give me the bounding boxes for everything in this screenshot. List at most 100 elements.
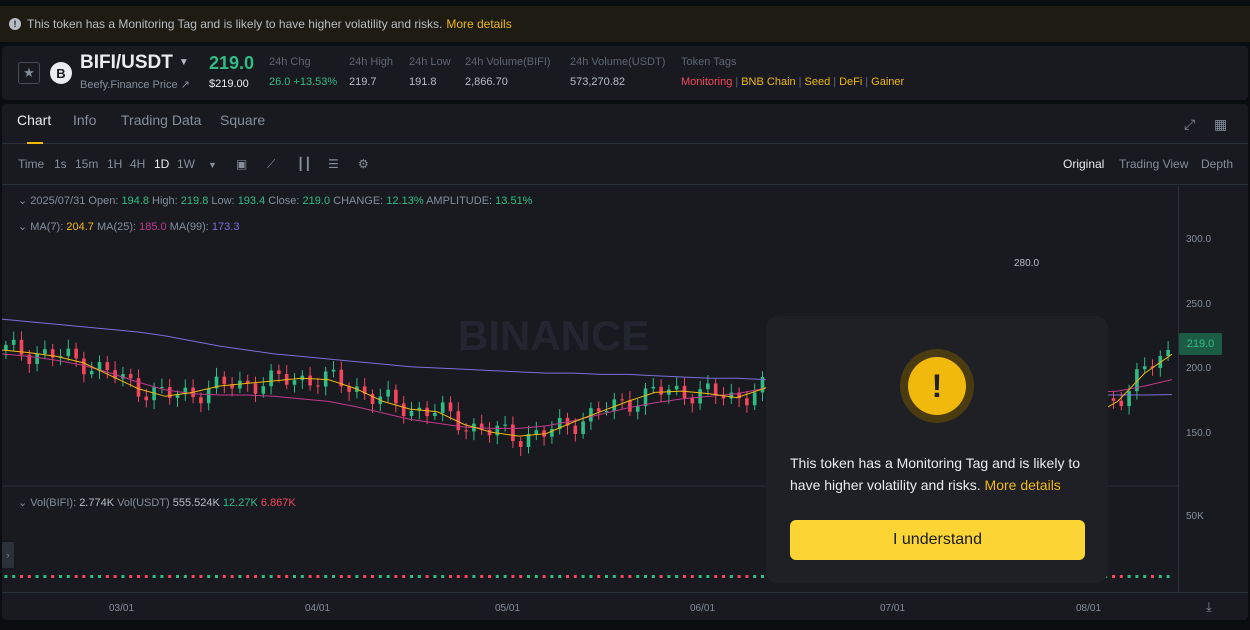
candle-type-icon[interactable]: ┃┃ xyxy=(297,157,311,171)
ohlc-open: 194.8 xyxy=(121,195,149,207)
indicator-icon[interactable]: ⟋ xyxy=(267,157,275,172)
ma-legend: ⌄ MA(7): 204.7 MA(25): 185.0 MA(99): 173… xyxy=(18,220,239,233)
stat-value: 219.7 xyxy=(349,76,377,88)
volume-bar xyxy=(503,575,507,578)
candle-body xyxy=(1119,400,1124,407)
volume-bar xyxy=(519,575,523,578)
volume-bar xyxy=(230,575,234,578)
candle-body xyxy=(752,392,757,406)
volume-bar xyxy=(589,575,593,578)
vol-bifi-label: Vol(BIFI): xyxy=(30,497,77,509)
tag-bnb-chain[interactable]: BNB Chain xyxy=(741,76,795,88)
gear-icon[interactable]: ⚙ xyxy=(358,157,369,171)
tab-square[interactable]: Square xyxy=(220,112,265,128)
volume-bar xyxy=(651,575,655,578)
time-axis[interactable]: 03/01 04/01 05/01 06/01 07/01 08/01 ⤓ xyxy=(2,592,1248,620)
view-original[interactable]: Original xyxy=(1063,157,1104,171)
volume-bar xyxy=(12,575,16,578)
coin-price-link[interactable]: Beefy.Finance Price ↗ xyxy=(80,78,190,91)
vol-collapse-icon[interactable]: ⌄ xyxy=(18,497,27,509)
expand-icon[interactable]: ⤢ xyxy=(1184,116,1195,133)
i-understand-button[interactable]: I understand xyxy=(790,520,1085,560)
volume-bar xyxy=(1127,575,1131,578)
layout-grid-icon[interactable]: ▦ xyxy=(1214,116,1227,133)
interval-time[interactable]: Time xyxy=(18,157,44,171)
candle-body xyxy=(706,383,710,390)
interval-1s[interactable]: 1s xyxy=(54,157,67,171)
side-expand-handle[interactable]: › xyxy=(2,542,14,568)
view-depth[interactable]: Depth xyxy=(1201,157,1233,171)
candle-body xyxy=(620,399,624,401)
tag-monitoring[interactable]: Monitoring xyxy=(681,76,732,88)
candle-body xyxy=(581,421,585,434)
price-axis[interactable] xyxy=(1178,186,1248,592)
chart-tabs: Chart Info Trading Data Square ⤢ ▦ xyxy=(2,104,1248,144)
candle-body xyxy=(43,349,47,354)
volume-bar xyxy=(597,575,601,578)
candle-body xyxy=(89,370,94,375)
volume-bar xyxy=(378,575,382,578)
candle-body xyxy=(269,370,273,387)
tag-defi[interactable]: DeFi xyxy=(839,76,862,88)
volume-bar xyxy=(144,575,148,578)
volume-bar xyxy=(105,575,109,578)
volume-bar xyxy=(137,575,140,578)
interval-4h[interactable]: 4H xyxy=(130,157,145,171)
favorite-star-icon[interactable]: ★ xyxy=(18,62,40,84)
volume-bar xyxy=(355,575,359,578)
vol-ma-2: 6.867K xyxy=(260,497,296,509)
volume-bar xyxy=(363,575,367,578)
interval-1w[interactable]: 1W xyxy=(177,157,195,171)
banner-more-details-link[interactable]: More details xyxy=(446,17,511,31)
volume-bar xyxy=(269,575,273,578)
interval-more-icon[interactable]: ▼ xyxy=(208,160,217,170)
ohlc-collapse-icon[interactable]: ⌄ xyxy=(18,195,27,207)
watermark: BINANCE xyxy=(458,312,649,359)
tab-trading-data[interactable]: Trading Data xyxy=(121,112,201,128)
volume-bar xyxy=(433,575,437,578)
tab-chart[interactable]: Chart xyxy=(17,112,51,128)
volume-bar xyxy=(1158,575,1162,578)
ohlc-legend: ⌄ 2025/07/31 Open: 194.8 High: 219.8 Low… xyxy=(18,194,532,207)
tab-info[interactable]: Info xyxy=(73,112,96,128)
volume-bar xyxy=(35,575,39,578)
dialog-more-details-link[interactable]: More details xyxy=(985,477,1061,493)
interval-1h[interactable]: 1H xyxy=(107,157,122,171)
volume-bar xyxy=(1119,575,1123,578)
candle-body xyxy=(160,387,164,389)
x-tick-0701: 07/01 xyxy=(880,603,906,614)
view-trading-view[interactable]: Trading View xyxy=(1119,157,1188,171)
volume-bar xyxy=(558,575,562,578)
volume-bar xyxy=(737,575,741,578)
stat-label: 24h Volume(USDT) xyxy=(570,56,666,68)
candle-body xyxy=(261,386,266,394)
ohlc-date: 2025/07/31 xyxy=(30,195,86,207)
candle-body xyxy=(628,400,632,412)
volume-bar xyxy=(129,575,133,578)
interval-15m[interactable]: 15m xyxy=(75,157,98,171)
stat-label: 24h High xyxy=(349,56,394,68)
volume-bar xyxy=(417,575,421,578)
candle-body xyxy=(690,398,695,404)
axis-fit-icon[interactable]: ⤓ xyxy=(1206,599,1212,615)
volume-bar xyxy=(59,575,62,578)
volume-bar xyxy=(386,575,390,578)
volume-bar xyxy=(316,575,320,578)
volume-bar xyxy=(394,575,398,578)
interval-1d[interactable]: 1D xyxy=(154,157,169,171)
last-price-usd: $219.00 xyxy=(209,78,249,90)
chart-settings-list-icon[interactable]: ☰ xyxy=(328,157,339,171)
volume-bar xyxy=(308,575,312,578)
volume-bar xyxy=(1112,575,1115,578)
volume-bar xyxy=(277,575,281,578)
calendar-icon[interactable]: ▣ xyxy=(236,157,247,171)
ma7-label: MA(7): xyxy=(30,221,64,233)
tag-gainer[interactable]: Gainer xyxy=(871,76,904,88)
pair-selector[interactable]: BIFI/USDT ▼ xyxy=(80,52,189,74)
ma-collapse-icon[interactable]: ⌄ xyxy=(18,221,27,233)
ma99-label: MA(99): xyxy=(169,221,209,233)
vol-usdt-value: 555.524K xyxy=(172,497,220,509)
candle-body xyxy=(1166,349,1170,357)
tag-seed[interactable]: Seed xyxy=(805,76,831,88)
alert-icon-ring: ! xyxy=(900,349,974,423)
